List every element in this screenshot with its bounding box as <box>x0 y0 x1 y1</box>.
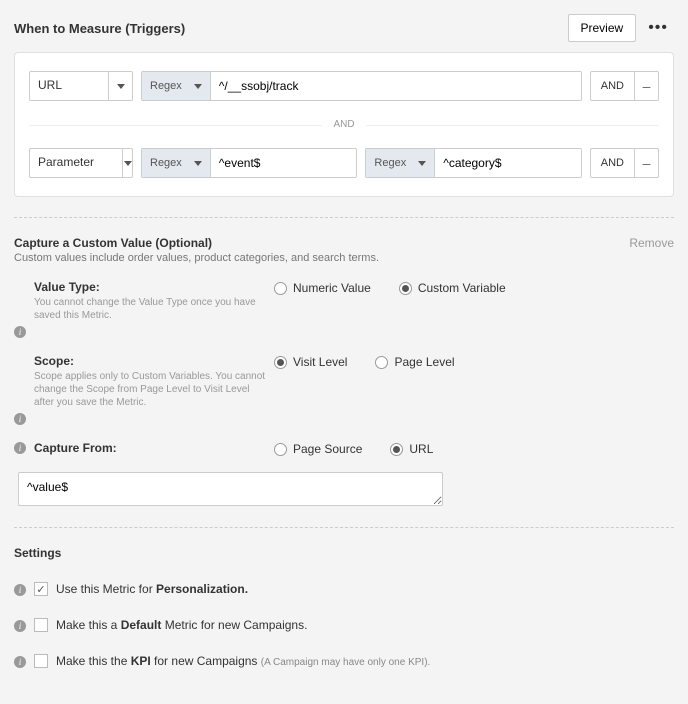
and-remove-group: AND – <box>590 71 659 101</box>
radio-visit-level[interactable]: Visit Level <box>274 355 347 369</box>
radio-icon <box>399 282 412 295</box>
capture-expression-input[interactable] <box>18 472 443 506</box>
pattern-field[interactable] <box>211 149 358 177</box>
settings-title: Settings <box>14 546 674 560</box>
and-button[interactable]: AND <box>590 71 635 101</box>
checkbox-kpi[interactable] <box>34 654 48 668</box>
value-type-label: Value Type: <box>34 280 100 294</box>
radio-icon <box>274 356 287 369</box>
radio-label: Custom Variable <box>418 281 506 295</box>
match-type-label: Regex <box>150 80 182 92</box>
setting-personalization-label: Use this Metric for Personalization. <box>56 582 248 596</box>
trigger-row: URL Regex AND – <box>29 71 659 101</box>
info-icon[interactable]: i <box>14 620 26 632</box>
radio-icon <box>390 443 403 456</box>
and-divider: AND <box>29 119 659 130</box>
field-select-value: URL <box>30 72 108 100</box>
chevron-down-icon <box>194 161 202 166</box>
radio-label: URL <box>409 442 433 456</box>
remove-link[interactable]: Remove <box>629 236 674 250</box>
chevron-down-icon <box>108 72 132 100</box>
capture-title: Capture a Custom Value (Optional) <box>14 236 212 250</box>
capture-from-label: Capture From: <box>34 441 117 455</box>
checkbox-default-metric[interactable] <box>34 618 48 632</box>
radio-label: Page Level <box>394 355 454 369</box>
pattern-input[interactable]: Regex <box>141 71 582 101</box>
radio-icon <box>375 356 388 369</box>
radio-page-level[interactable]: Page Level <box>375 355 454 369</box>
setting-default-label: Make this a Default Metric for new Campa… <box>56 618 307 632</box>
setting-kpi-label: Make this the KPI for new Campaigns (A C… <box>56 654 430 668</box>
pattern-field[interactable] <box>435 149 582 177</box>
match-type-label: Regex <box>150 157 182 169</box>
and-remove-group: AND – <box>590 148 659 178</box>
value-type-hint: You cannot change the Value Type once yo… <box>34 296 266 322</box>
field-select-value: Parameter <box>30 149 122 177</box>
radio-label: Page Source <box>293 442 362 456</box>
radio-label: Numeric Value <box>293 281 371 295</box>
info-icon[interactable]: i <box>14 326 26 338</box>
info-icon[interactable]: i <box>14 413 26 425</box>
pattern-input[interactable]: Regex <box>365 148 581 178</box>
radio-icon <box>274 282 287 295</box>
trigger-row: Parameter Regex Regex AND – <box>29 148 659 178</box>
match-type-select[interactable]: Regex <box>142 72 211 100</box>
field-select-parameter[interactable]: Parameter <box>29 148 133 178</box>
match-type-label: Regex <box>374 157 406 169</box>
divider <box>14 527 674 528</box>
radio-page-source[interactable]: Page Source <box>274 442 362 456</box>
info-icon[interactable]: i <box>14 584 26 596</box>
divider <box>14 217 674 218</box>
checkbox-personalization[interactable] <box>34 582 48 596</box>
header-actions: Preview ••• <box>568 14 675 42</box>
radio-url[interactable]: URL <box>390 442 433 456</box>
field-select-url[interactable]: URL <box>29 71 133 101</box>
pattern-input[interactable]: Regex <box>141 148 357 178</box>
info-icon[interactable]: i <box>14 656 26 668</box>
section-title: When to Measure (Triggers) <box>14 21 185 36</box>
preview-button[interactable]: Preview <box>568 14 637 42</box>
pattern-field[interactable] <box>211 72 581 100</box>
triggers-panel: URL Regex AND – AND Parameter Regex <box>14 52 674 197</box>
chevron-down-icon <box>418 161 426 166</box>
and-button[interactable]: AND <box>590 148 635 178</box>
capture-subtitle: Custom values include order values, prod… <box>14 252 674 264</box>
radio-custom-variable[interactable]: Custom Variable <box>399 281 506 295</box>
radio-label: Visit Level <box>293 355 347 369</box>
remove-condition-button[interactable]: – <box>635 148 659 178</box>
radio-numeric-value[interactable]: Numeric Value <box>274 281 371 295</box>
scope-hint: Scope applies only to Custom Variables. … <box>34 370 266 409</box>
chevron-down-icon <box>194 84 202 89</box>
info-icon[interactable]: i <box>14 442 26 454</box>
remove-condition-button[interactable]: – <box>635 71 659 101</box>
chevron-down-icon <box>122 149 132 177</box>
radio-icon <box>274 443 287 456</box>
match-type-select[interactable]: Regex <box>142 149 211 177</box>
scope-label: Scope: <box>34 354 74 368</box>
match-type-select[interactable]: Regex <box>366 149 435 177</box>
more-icon[interactable]: ••• <box>642 19 674 37</box>
